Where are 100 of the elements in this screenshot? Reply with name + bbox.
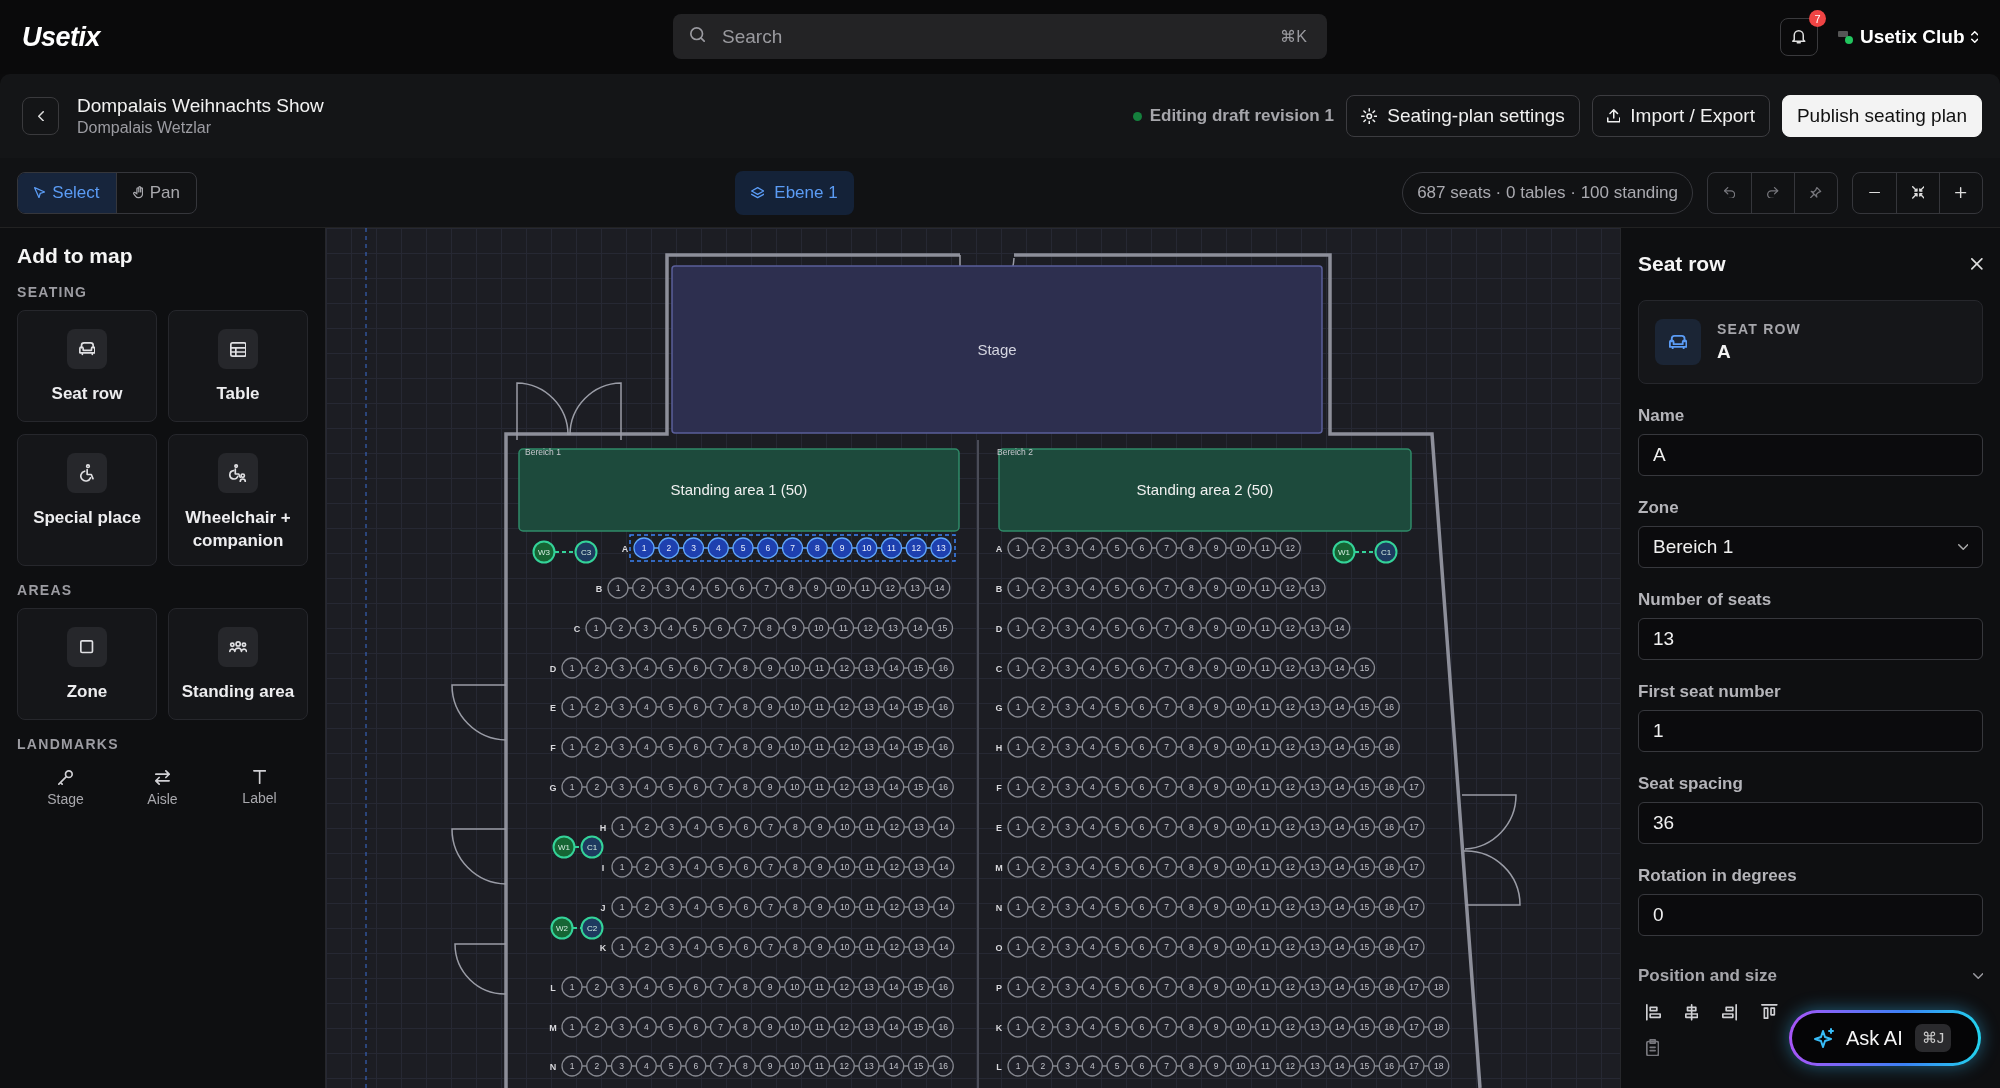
seat[interactable]: 9 <box>759 1055 781 1077</box>
seat[interactable]: 10 <box>1230 896 1252 918</box>
seat[interactable]: 14 <box>929 577 951 599</box>
seat[interactable]: 9 <box>1205 1016 1227 1038</box>
seat[interactable]: 14 <box>1329 617 1351 639</box>
seat[interactable]: 3 <box>1056 1016 1079 1038</box>
seat[interactable]: 6 <box>685 1016 707 1038</box>
seat[interactable]: 8 <box>734 736 756 758</box>
seat[interactable]: 1 <box>561 696 583 718</box>
seat[interactable]: 6 <box>735 896 757 918</box>
seat[interactable]: 2 <box>1032 577 1054 599</box>
seat[interactable]: 10 <box>1230 657 1252 679</box>
seat[interactable]: 17 <box>1403 856 1425 878</box>
seat[interactable]: 4 <box>1081 896 1103 918</box>
seat[interactable]: 12 <box>1279 816 1301 838</box>
seat[interactable]: 12 <box>833 776 855 798</box>
seat[interactable]: 3 <box>1056 816 1079 838</box>
seat[interactable]: 2 <box>610 617 632 639</box>
seat[interactable]: 10 <box>834 896 856 918</box>
seat[interactable]: 4 <box>1081 736 1103 758</box>
seat[interactable]: 7 <box>1155 896 1178 918</box>
align-left-icon[interactable] <box>1646 1004 1661 1021</box>
seat[interactable]: 5 <box>1106 696 1128 718</box>
seat[interactable]: 13 <box>1304 577 1326 599</box>
seat[interactable]: 16 <box>932 1016 954 1038</box>
text-field[interactable]: 0 <box>1638 894 1983 936</box>
seat[interactable]: 7 <box>709 776 732 798</box>
seat[interactable]: 4 <box>685 936 707 958</box>
seat[interactable]: 16 <box>1378 976 1400 998</box>
seat[interactable]: 5 <box>660 1055 682 1077</box>
seat[interactable]: 6 <box>685 976 707 998</box>
seat[interactable]: 15 <box>1353 776 1376 798</box>
seat[interactable]: 5 <box>1106 577 1128 599</box>
seat[interactable]: 4 <box>681 577 703 599</box>
seat[interactable]: 14 <box>933 936 955 958</box>
add-item-card[interactable]: Table <box>168 310 308 422</box>
seat[interactable]: 14 <box>933 816 955 838</box>
seat[interactable]: 11 <box>858 856 881 878</box>
seat[interactable]: 9 <box>1205 1055 1227 1077</box>
seat[interactable]: 8 <box>734 696 756 718</box>
seat[interactable]: 11 <box>1254 816 1277 838</box>
seat[interactable]: 3 <box>1056 657 1079 679</box>
app-logo[interactable]: Usetix <box>22 21 101 53</box>
seat[interactable]: 10 <box>1230 856 1252 878</box>
seat[interactable]: 7 <box>1155 816 1178 838</box>
seat[interactable]: 16 <box>932 776 954 798</box>
seat[interactable]: 12 <box>833 976 855 998</box>
seat[interactable]: 11 <box>1254 617 1277 639</box>
seat[interactable]: 14 <box>1329 736 1351 758</box>
seat[interactable]: 5 <box>1106 976 1128 998</box>
seat[interactable]: 10 <box>1230 1016 1252 1038</box>
seat[interactable]: 8 <box>734 1016 756 1038</box>
seat[interactable]: 2 <box>636 856 658 878</box>
seat[interactable]: 3 <box>610 1055 633 1077</box>
seat[interactable]: 16 <box>1378 696 1400 718</box>
seat[interactable]: 16 <box>1378 1016 1400 1038</box>
seat[interactable]: 3 <box>1056 736 1079 758</box>
seat[interactable]: 2 <box>1032 617 1054 639</box>
seat[interactable]: 15 <box>907 657 930 679</box>
seat[interactable]: 10 <box>834 936 856 958</box>
seat[interactable]: 14 <box>1329 976 1351 998</box>
seat[interactable]: 4 <box>635 1055 657 1077</box>
seat[interactable]: 3 <box>682 537 705 559</box>
seat[interactable]: 8 <box>1180 696 1202 718</box>
seat[interactable]: 11 <box>858 816 881 838</box>
seat[interactable]: 6 <box>709 617 731 639</box>
seat[interactable]: 2 <box>632 577 654 599</box>
seat[interactable]: 10 <box>834 816 856 838</box>
landmark-item[interactable]: Aisle <box>114 761 211 815</box>
seat[interactable]: 2 <box>1032 936 1054 958</box>
seat[interactable]: 9 <box>1205 657 1227 679</box>
seat[interactable]: 8 <box>784 936 806 958</box>
seat[interactable]: 12 <box>833 736 855 758</box>
seat[interactable]: 17 <box>1403 976 1425 998</box>
seat[interactable]: 14 <box>1329 776 1351 798</box>
seat[interactable]: 4 <box>1081 856 1103 878</box>
seat[interactable]: 9 <box>759 736 781 758</box>
seat[interactable]: 5 <box>1106 537 1128 559</box>
seat[interactable]: 16 <box>932 976 954 998</box>
seat[interactable]: 9 <box>1205 537 1227 559</box>
seat[interactable]: 7 <box>1155 936 1178 958</box>
seat[interactable]: 15 <box>1353 1055 1376 1077</box>
seat[interactable]: 1 <box>561 1055 583 1077</box>
seat[interactable]: 1 <box>607 577 629 599</box>
seat[interactable]: 10 <box>1230 537 1252 559</box>
seat[interactable]: 12 <box>905 537 927 559</box>
seat[interactable]: 8 <box>780 577 802 599</box>
seat[interactable]: 3 <box>610 976 633 998</box>
seat[interactable]: 8 <box>1180 537 1202 559</box>
seat[interactable]: 8 <box>734 1055 756 1077</box>
chevron-down-icon[interactable] <box>1972 973 1983 979</box>
seat[interactable]: 15 <box>907 776 930 798</box>
wheelchair-seat[interactable]: W3 <box>532 540 556 564</box>
seat[interactable]: 13 <box>1304 696 1326 718</box>
seat[interactable]: 7 <box>1155 856 1178 878</box>
seat[interactable]: 6 <box>685 776 707 798</box>
seat[interactable]: 12 <box>1279 1055 1301 1077</box>
seat[interactable]: 3 <box>656 577 679 599</box>
seat[interactable]: 16 <box>1378 776 1400 798</box>
seat[interactable]: 12 <box>1279 736 1301 758</box>
